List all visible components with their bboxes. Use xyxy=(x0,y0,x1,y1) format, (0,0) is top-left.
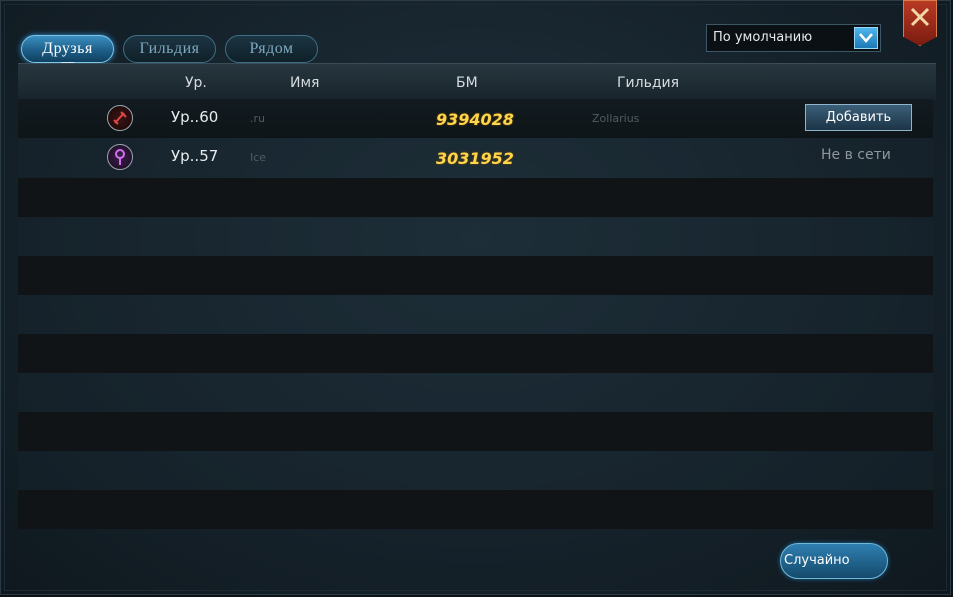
table-row xyxy=(18,412,933,451)
table-row xyxy=(18,334,933,373)
tab-friends[interactable]: Друзья xyxy=(21,35,114,69)
tab-guild[interactable]: Гильдия xyxy=(123,35,216,63)
offline-status: Не в сети xyxy=(821,147,891,163)
player-bm: 9394028 xyxy=(436,110,514,129)
close-button[interactable] xyxy=(903,0,937,46)
sort-selected-label: По умолчанию xyxy=(713,30,813,45)
table-row xyxy=(18,178,933,217)
column-name: Имя xyxy=(290,75,320,91)
player-name: Ice xyxy=(250,151,267,164)
table-row xyxy=(18,373,933,412)
chevron-down-icon[interactable] xyxy=(854,27,878,49)
player-level: Ур..60 xyxy=(171,108,219,126)
random-button[interactable]: Случайно xyxy=(780,543,888,579)
staff-class-icon xyxy=(107,144,133,170)
player-bm: 3031952 xyxy=(436,149,514,168)
table-row xyxy=(18,217,933,256)
column-guild: Гильдия xyxy=(617,75,680,91)
close-icon xyxy=(909,6,931,32)
table-row xyxy=(18,451,933,490)
sort-dropdown[interactable]: По умолчанию xyxy=(706,24,881,52)
table-row xyxy=(18,256,933,295)
player-name: .ru xyxy=(250,112,265,125)
blade-class-icon xyxy=(107,105,133,131)
table-row xyxy=(18,490,933,529)
player-guild: Zollarius xyxy=(592,112,640,125)
table-row xyxy=(18,295,933,334)
add-friend-button[interactable]: Добавить xyxy=(805,104,912,131)
tab-nearby[interactable]: Рядом xyxy=(225,35,318,63)
column-level: Ур. xyxy=(185,75,207,91)
player-level: Ур..57 xyxy=(171,147,219,165)
column-bm: БМ xyxy=(456,75,478,91)
